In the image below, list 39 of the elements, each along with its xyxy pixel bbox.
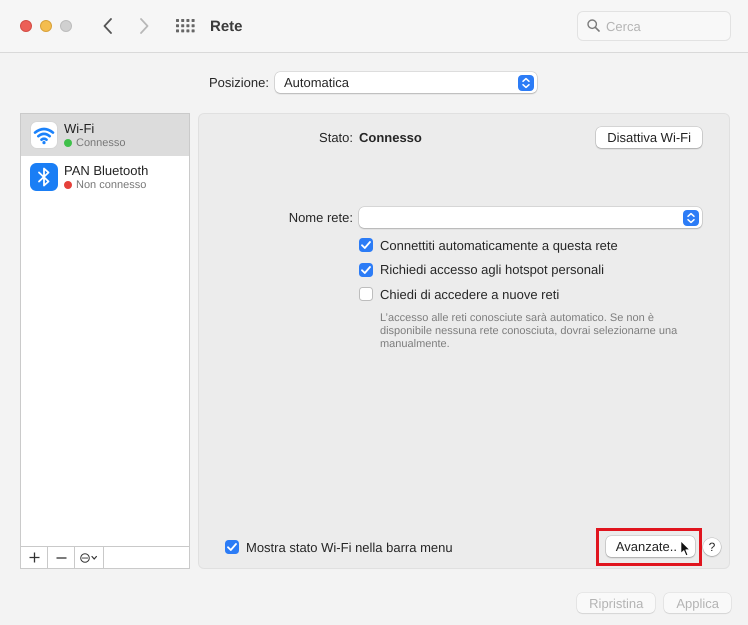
- checkbox[interactable]: [359, 287, 373, 302]
- status-label: Stato:: [318, 130, 353, 145]
- checkbox-label: Connettiti automaticamente a questa rete: [380, 238, 618, 253]
- search-icon: [587, 19, 600, 32]
- bluetooth-icon: [30, 163, 58, 191]
- checkbox-label: Mostra stato Wi-Fi nella barra menu: [246, 540, 453, 554]
- checkbox-label: Richiedi accesso agli hotspot personali: [380, 262, 604, 278]
- service-item[interactable]: Wi-Fi Connesso: [21, 114, 189, 156]
- checkbox[interactable]: [225, 540, 239, 554]
- close-button[interactable]: [20, 20, 32, 32]
- ellipsis-circle-icon: [80, 552, 98, 562]
- location-label: Posizione:: [209, 75, 269, 90]
- cursor-icon: [680, 540, 691, 557]
- help-button[interactable]: ?: [703, 538, 721, 556]
- network-name-label: Nome rete:: [288, 210, 353, 225]
- wifi-icon: [30, 121, 58, 149]
- plus-icon: [28, 552, 40, 563]
- service-name: Wi-Fi: [64, 121, 96, 136]
- advanced-button[interactable]: Avanzate..: [606, 536, 695, 557]
- checkbox-label: Chiedi di accedere a nuove reti: [380, 286, 560, 302]
- location-popup[interactable]: Automatica: [274, 72, 537, 93]
- checkbox[interactable]: [359, 262, 373, 277]
- network-name-popup[interactable]: [359, 207, 702, 228]
- stepper-icon: [518, 74, 534, 90]
- checkbox[interactable]: [359, 238, 373, 252]
- stepper-icon: [683, 210, 699, 226]
- back-chevron-icon[interactable]: [103, 18, 112, 34]
- service-name: PAN Bluetooth: [64, 163, 148, 178]
- window-title: Rete: [210, 18, 243, 34]
- service-status: Connesso: [76, 137, 126, 149]
- minimize-button[interactable]: [40, 20, 52, 32]
- search-field[interactable]: Cerca: [577, 11, 731, 41]
- help-note: L’accesso alle reti conosciute sarà automatico. Se non è disponibile nessuna rete conosciuta, dovrai selezionarne una manualmente.: [380, 312, 678, 350]
- turn-off-wifi-button[interactable]: Disattiva Wi-Fi: [596, 127, 702, 148]
- status-value: Connesso: [359, 130, 422, 145]
- minus-icon: [56, 556, 66, 558]
- grid-icon[interactable]: [176, 19, 195, 33]
- service-item[interactable]: PAN Bluetooth Non connesso: [21, 156, 189, 198]
- service-status: Non connesso: [76, 179, 146, 191]
